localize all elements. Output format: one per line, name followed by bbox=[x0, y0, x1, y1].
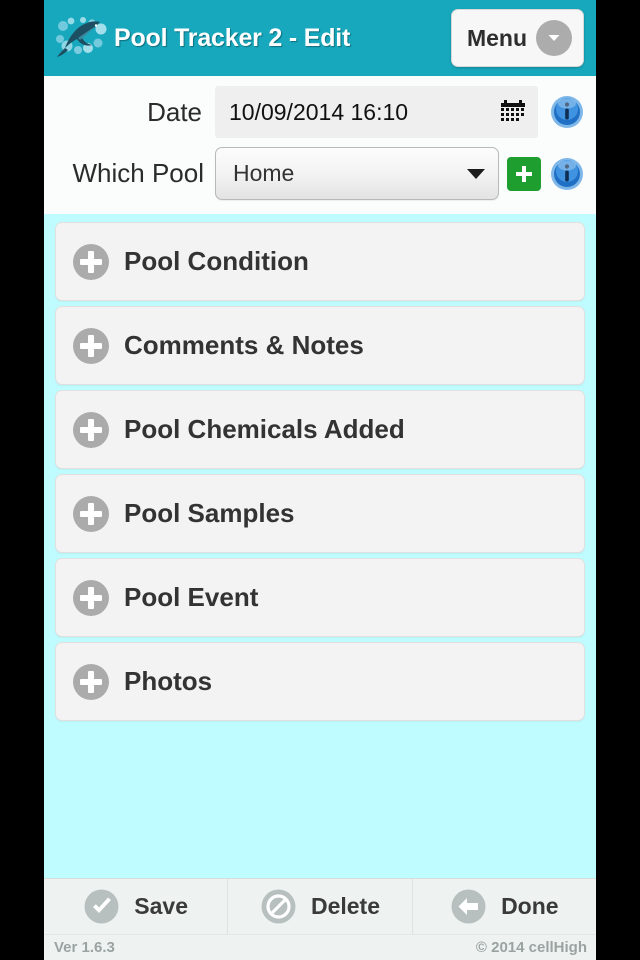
menu-button-label: Menu bbox=[466, 24, 527, 51]
section-label: Comments & Notes bbox=[124, 330, 364, 360]
section-label: Pool Condition bbox=[124, 246, 309, 276]
pool-field-row: Which Pool Home bbox=[44, 147, 596, 200]
copyright-text: © 2014 cellHigh bbox=[475, 939, 587, 956]
section-row-pool-chemicals-added[interactable]: Pool Chemicals Added bbox=[55, 390, 585, 469]
plus-circle-icon bbox=[72, 327, 110, 365]
plus-circle-icon bbox=[72, 495, 110, 533]
version-text: Ver 1.6.3 bbox=[54, 939, 115, 956]
caret-down-icon bbox=[467, 168, 485, 179]
date-value: 10/09/2014 16:10 bbox=[229, 98, 409, 125]
menu-button[interactable]: Menu bbox=[450, 9, 584, 67]
delete-button[interactable]: Delete bbox=[228, 879, 413, 934]
section-label: Pool Chemicals Added bbox=[124, 414, 405, 444]
section-row-comments-notes[interactable]: Comments & Notes bbox=[55, 306, 585, 385]
section-label: Pool Samples bbox=[124, 498, 295, 528]
date-label: Date bbox=[147, 96, 202, 127]
pool-info-icon[interactable] bbox=[550, 157, 584, 191]
add-pool-button[interactable] bbox=[507, 156, 541, 191]
date-field-row: Date 10/09/2014 16:10 bbox=[44, 86, 596, 138]
app-footer: Ver 1.6.3 © 2014 cellHigh bbox=[44, 934, 596, 960]
section-row-photos[interactable]: Photos bbox=[55, 642, 585, 721]
page-title: Pool Tracker 2 - Edit bbox=[114, 23, 351, 52]
save-label: Save bbox=[134, 893, 189, 919]
save-button[interactable]: Save bbox=[44, 879, 229, 934]
app-header: Pool Tracker 2 - Edit Menu bbox=[44, 0, 596, 76]
dolphin-logo-icon bbox=[54, 15, 112, 61]
section-label: Photos bbox=[124, 666, 213, 696]
pool-select-value: Home bbox=[233, 160, 295, 186]
form-area: Date 10/09/2014 16:10 Which Pool Home bbox=[44, 76, 596, 214]
plus-circle-icon bbox=[72, 243, 110, 281]
check-circle-icon bbox=[83, 888, 120, 925]
delete-label: Delete bbox=[310, 893, 381, 919]
plus-circle-icon bbox=[72, 579, 110, 617]
section-list: Pool Condition Comments & Notes Pool Che… bbox=[44, 214, 596, 878]
calendar-icon[interactable] bbox=[500, 99, 526, 125]
section-row-pool-samples[interactable]: Pool Samples bbox=[55, 474, 585, 553]
section-row-pool-event[interactable]: Pool Event bbox=[55, 558, 585, 637]
plus-circle-icon bbox=[72, 663, 110, 701]
section-label: Pool Event bbox=[124, 582, 259, 612]
app-screen: Pool Tracker 2 - Edit Menu Date 10/09/20… bbox=[44, 0, 596, 960]
plus-circle-icon bbox=[72, 411, 110, 449]
date-info-icon[interactable] bbox=[550, 95, 584, 129]
bottom-toolbar: Save Delete Done bbox=[44, 878, 596, 934]
section-row-pool-condition[interactable]: Pool Condition bbox=[55, 222, 585, 301]
pool-select[interactable]: Home bbox=[215, 147, 499, 200]
date-input[interactable]: 10/09/2014 16:10 bbox=[215, 86, 538, 138]
back-arrow-circle-icon bbox=[450, 888, 487, 925]
chevron-down-icon bbox=[536, 20, 572, 56]
prohibition-circle-icon bbox=[260, 888, 297, 925]
pool-label: Which Pool bbox=[72, 158, 205, 188]
done-button[interactable]: Done bbox=[413, 879, 596, 934]
done-label: Done bbox=[501, 893, 559, 919]
